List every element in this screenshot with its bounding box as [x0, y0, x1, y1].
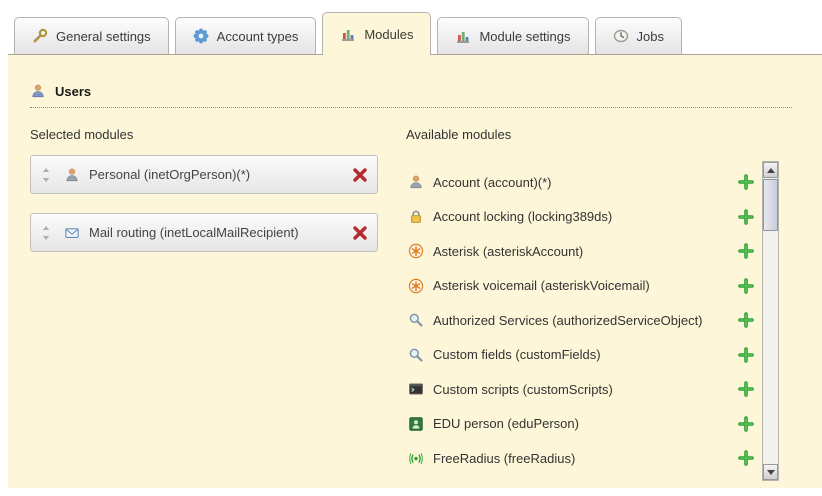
available-module-label: Authorized Services (authorizedServiceOb…	[433, 313, 738, 328]
tab-label: General settings	[56, 29, 151, 44]
section-title: Users	[55, 84, 91, 99]
person-icon	[64, 167, 80, 183]
available-module-label: Custom scripts (customScripts)	[433, 382, 738, 397]
remove-module-button[interactable]	[352, 225, 368, 241]
selected-module-row[interactable]: Mail routing (inetLocalMailRecipient)	[30, 213, 378, 252]
tab-label: Modules	[364, 27, 413, 42]
clock-icon	[613, 28, 629, 44]
modules-panel: Users Selected modules Available modules…	[8, 55, 822, 488]
scroll-down-button[interactable]	[763, 464, 778, 480]
available-module-label: Account locking (locking389ds)	[433, 209, 738, 224]
person-icon	[408, 174, 424, 190]
available-module-row: EDU person (eduPerson)	[408, 407, 754, 442]
terminal-icon	[408, 381, 424, 397]
available-module-row: Account locking (locking389ds)	[408, 200, 754, 235]
selected-module-label: Mail routing (inetLocalMailRecipient)	[89, 225, 352, 240]
tab-label: Module settings	[479, 29, 570, 44]
mail-icon	[64, 225, 80, 241]
available-module-row: Authorized Services (authorizedServiceOb…	[408, 303, 754, 338]
selected-module-label: Personal (inetOrgPerson)(*)	[89, 167, 352, 182]
add-module-button[interactable]	[738, 209, 754, 225]
add-module-button[interactable]	[738, 243, 754, 259]
available-modules-heading: Available modules	[406, 127, 511, 142]
tab-module-settings[interactable]: Module settings	[437, 17, 588, 54]
available-module-row: Custom scripts (customScripts)	[408, 372, 754, 407]
available-module-label: Asterisk voicemail (asteriskVoicemail)	[433, 278, 738, 293]
wrench-icon	[32, 28, 48, 44]
chart-icon	[455, 28, 471, 44]
tab-label: Jobs	[637, 29, 664, 44]
available-module-label: Custom fields (customFields)	[433, 347, 738, 362]
remove-module-button[interactable]	[352, 167, 368, 183]
tab-account-types[interactable]: Account types	[175, 17, 317, 54]
add-module-button[interactable]	[738, 278, 754, 294]
available-modules-list: Account (account)(*) Account locking (lo…	[408, 165, 754, 476]
add-module-button[interactable]	[738, 312, 754, 328]
arrow-down-icon	[767, 470, 775, 475]
add-module-button[interactable]	[738, 347, 754, 363]
available-module-row: FreeRadius (freeRadius)	[408, 441, 754, 476]
available-module-label: FreeRadius (freeRadius)	[433, 451, 738, 466]
available-modules-scrollbar[interactable]	[762, 161, 779, 481]
add-module-button[interactable]	[738, 174, 754, 190]
drag-handle-icon[interactable]	[40, 167, 52, 183]
lock-icon	[408, 209, 424, 225]
badge-icon	[193, 28, 209, 44]
tab-jobs[interactable]: Jobs	[595, 17, 682, 54]
available-module-row: Asterisk (asteriskAccount)	[408, 234, 754, 269]
asterisk-icon	[408, 243, 424, 259]
drag-handle-icon[interactable]	[40, 225, 52, 241]
edu-person-icon	[408, 416, 424, 432]
add-module-button[interactable]	[738, 381, 754, 397]
selected-modules-heading: Selected modules	[30, 127, 133, 142]
available-module-row: Asterisk voicemail (asteriskVoicemail)	[408, 269, 754, 304]
tab-general-settings[interactable]: General settings	[14, 17, 169, 54]
antenna-icon	[408, 450, 424, 466]
add-module-button[interactable]	[738, 416, 754, 432]
chart-icon	[340, 26, 356, 42]
available-module-label: Account (account)(*)	[433, 175, 738, 190]
users-section-header: Users	[30, 83, 792, 108]
magnifier-icon	[408, 312, 424, 328]
user-icon	[30, 83, 46, 99]
add-module-button[interactable]	[738, 450, 754, 466]
tab-modules[interactable]: Modules	[322, 12, 431, 55]
available-module-label: Asterisk (asteriskAccount)	[433, 244, 738, 259]
available-module-row: Custom fields (customFields)	[408, 338, 754, 373]
magnifier-icon	[408, 347, 424, 363]
tab-label: Account types	[217, 29, 299, 44]
scrollbar-thumb[interactable]	[763, 179, 778, 231]
arrow-up-icon	[767, 168, 775, 173]
scroll-up-button[interactable]	[763, 162, 778, 178]
asterisk-icon	[408, 278, 424, 294]
selected-modules-list: Personal (inetOrgPerson)(*) Mail routing…	[30, 155, 378, 271]
selected-module-row[interactable]: Personal (inetOrgPerson)(*)	[30, 155, 378, 194]
available-module-label: EDU person (eduPerson)	[433, 416, 738, 431]
available-module-row: Account (account)(*)	[408, 165, 754, 200]
tab-bar: General settings Account types Modules M…	[8, 10, 822, 55]
